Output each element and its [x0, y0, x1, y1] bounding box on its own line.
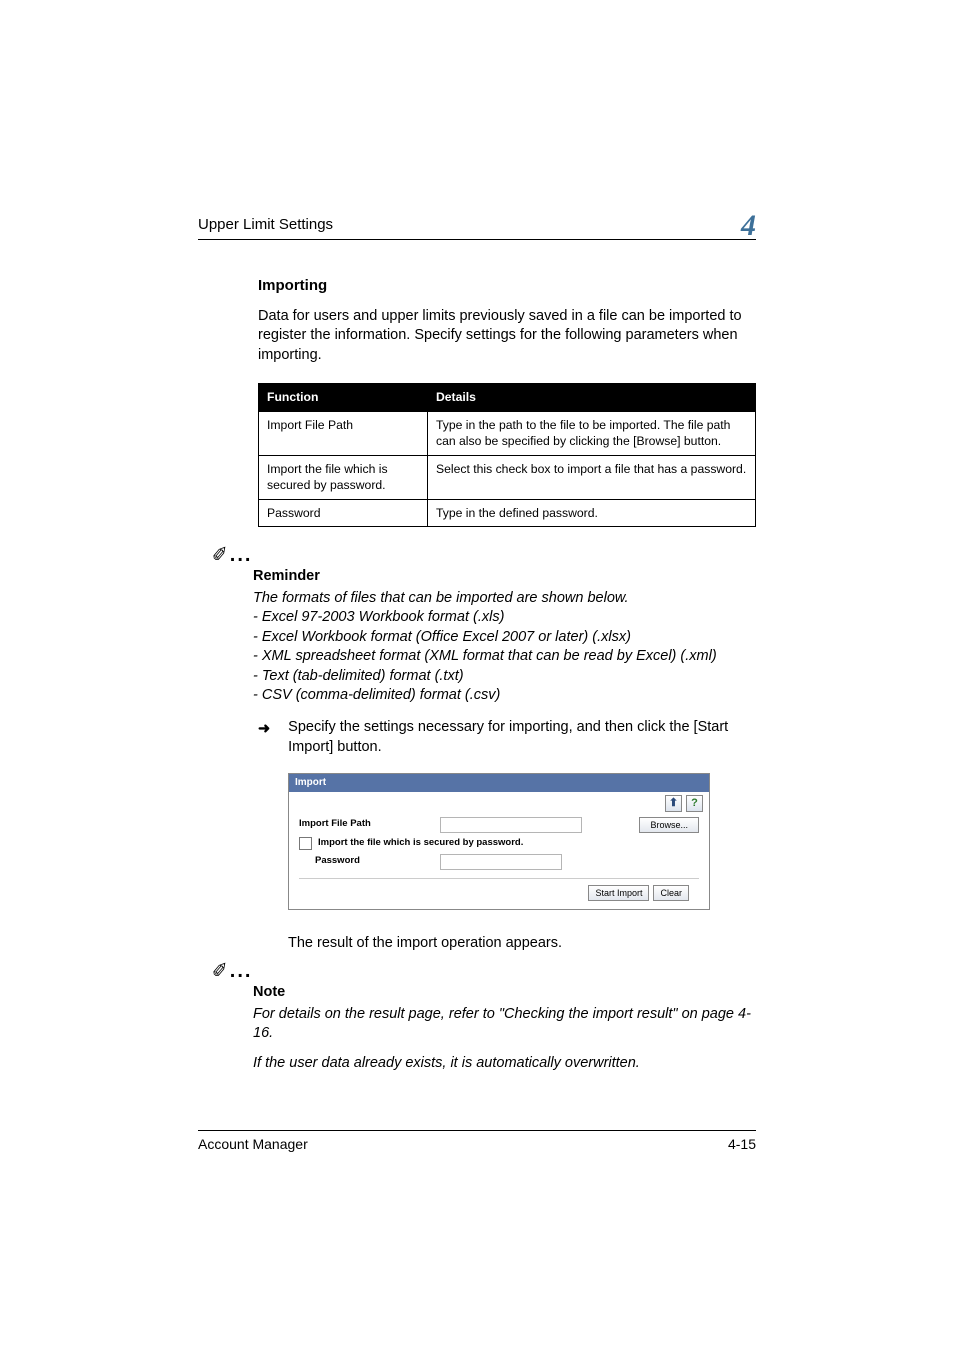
clear-button[interactable]: Clear [653, 885, 689, 901]
step-text: Specify the settings necessary for impor… [288, 718, 756, 757]
chapter-number: 4 [741, 214, 756, 238]
note-paragraph: If the user data already exists, it is a… [253, 1054, 756, 1074]
section-heading: Importing [258, 276, 756, 296]
to-top-button[interactable]: ⬆ [665, 795, 682, 812]
reminder-line: - Text (tab-delimited) format (.txt) [253, 667, 756, 687]
dialog-title: Import [289, 774, 709, 792]
table-cell-function: Import the file which is secured by pass… [259, 455, 428, 499]
secured-row: Import the file which is secured by pass… [299, 835, 699, 852]
footer-page-number: 4-15 [728, 1135, 756, 1154]
note-body: For details on the result page, refer to… [253, 1005, 756, 1074]
table-row: Import the file which is secured by pass… [259, 455, 756, 499]
reminder-label: Reminder [253, 567, 756, 587]
help-button[interactable]: ? [686, 795, 703, 812]
running-title: Upper Limit Settings [198, 215, 333, 235]
import-dialog-screenshot: Import ⬆ ? Import File Path Browse... Im… [288, 773, 710, 910]
password-row: Password [299, 852, 699, 872]
start-import-button[interactable]: Start Import [588, 885, 649, 901]
secured-checkbox[interactable] [299, 837, 312, 850]
password-label: Password [315, 855, 434, 868]
password-input[interactable] [440, 854, 562, 870]
dialog-body: Import File Path Browse... Import the fi… [289, 813, 709, 909]
page-footer: Account Manager 4-15 [198, 1130, 756, 1154]
table-cell-function: Import File Path [259, 411, 428, 455]
running-header: Upper Limit Settings 4 [198, 208, 756, 240]
dialog-toolbar: ⬆ ? [289, 792, 709, 813]
arrow-icon: ➜ [258, 720, 270, 759]
note-icon: ✎... [213, 543, 252, 565]
table-cell-details: Select this check box to import a file t… [427, 455, 755, 499]
table-row: Password Type in the defined password. [259, 499, 756, 526]
intro-paragraph: Data for users and upper limits previous… [258, 307, 756, 366]
table-cell-function: Password [259, 499, 428, 526]
result-text: The result of the import operation appea… [288, 934, 756, 954]
note-block: ✎... Note For details on the result page… [253, 983, 756, 1073]
secured-label: Import the file which is secured by pass… [318, 837, 523, 850]
table-cell-details: Type in the path to the file to be impor… [427, 411, 755, 455]
table-cell-details: Type in the defined password. [427, 499, 755, 526]
reminder-intro: The formats of files that can be importe… [253, 589, 756, 609]
import-path-input[interactable] [440, 817, 582, 833]
reminder-block: ✎... Reminder The formats of files that … [253, 567, 756, 706]
step-item: ➜ Specify the settings necessary for imp… [258, 718, 756, 757]
note-label: Note [253, 983, 756, 1003]
import-path-row: Import File Path Browse... [299, 815, 699, 835]
reminder-line: - Excel 97-2003 Workbook format (.xls) [253, 608, 756, 628]
table-header-details: Details [427, 384, 755, 411]
content-area: Importing Data for users and upper limit… [198, 276, 756, 1073]
note-paragraph: For details on the result page, refer to… [253, 1005, 756, 1044]
dialog-footer: Start Import Clear [299, 878, 699, 901]
reminder-body: The formats of files that can be importe… [253, 589, 756, 706]
reminder-line: - XML spreadsheet format (XML format tha… [253, 647, 756, 667]
import-path-label: Import File Path [299, 818, 434, 831]
table-header-function: Function [259, 384, 428, 411]
reminder-line: - CSV (comma-delimited) format (.csv) [253, 686, 756, 706]
parameters-table: Function Details Import File Path Type i… [258, 383, 756, 527]
table-row: Import File Path Type in the path to the… [259, 411, 756, 455]
browse-button[interactable]: Browse... [639, 817, 699, 833]
note-icon: ✎... [213, 959, 252, 981]
page: Upper Limit Settings 4 Importing Data fo… [0, 0, 954, 1350]
footer-product: Account Manager [198, 1135, 308, 1154]
reminder-line: - Excel Workbook format (Office Excel 20… [253, 628, 756, 648]
